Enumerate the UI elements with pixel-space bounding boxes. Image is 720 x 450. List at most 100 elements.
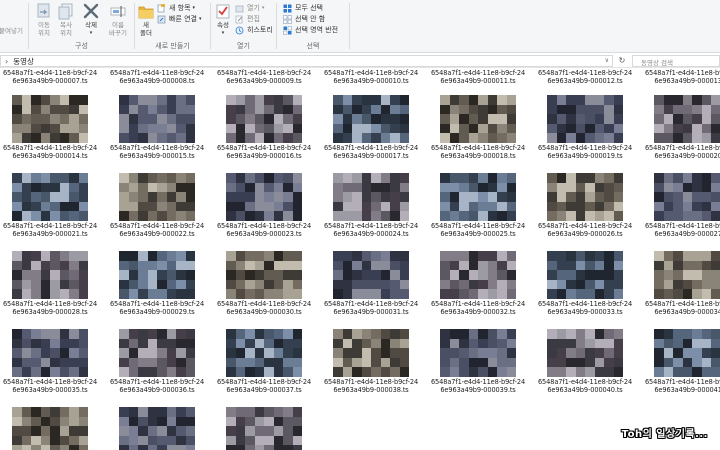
video-thumbnail: [547, 329, 623, 377]
file-name-line1: 6548a7f1-e4d4-11e8-b9cf-24: [109, 222, 205, 230]
file-name-line1: 6548a7f1-e4d4-11e8-b9cf-24: [2, 69, 98, 77]
paste-label: 붙여넣기: [0, 27, 23, 35]
watermark-text: Toh의 일상기록...: [621, 429, 708, 440]
properties-label: 속성: [217, 21, 229, 29]
select-group-label: 선택: [306, 42, 320, 50]
file-name-line2: 6e963a49b9-000021.ts: [12, 230, 88, 238]
new-item-label: 새 항목: [169, 4, 191, 12]
file-name-line1: 6548a7f1-e4d4-11e8-b9cf-24: [216, 222, 312, 230]
edit-icon: [235, 15, 243, 23]
file-name-line2: 6e963a49b9-000036.ts: [119, 386, 195, 394]
history-label: 히스토리: [247, 26, 273, 34]
paste-button[interactable]: 붙여넣기: [0, 27, 26, 35]
file-name-line2: 6e963a49b9-000035.ts: [12, 386, 88, 394]
invert-selection-icon: [283, 25, 292, 35]
file-name-line1: 6548a7f1-e4d4-11e8-b9cf-24: [323, 300, 419, 308]
select-all-icon: [283, 4, 292, 12]
video-thumbnail: [119, 329, 195, 377]
easy-access-button[interactable]: 빠른 연결 ▾: [157, 14, 202, 24]
file-name-line1: 6548a7f1-e4d4-11e8-b9cf-24: [2, 222, 98, 230]
properties-check-icon: [216, 4, 230, 19]
file-name-line2: 6e963a49b9-000013.ts: [654, 77, 720, 85]
copy-to-icon: [58, 3, 73, 20]
breadcrumb-current-folder[interactable]: 동영상: [13, 56, 34, 67]
video-thumbnail: [654, 251, 720, 299]
file-name-line2: 6e963a49b9-000022.ts: [119, 230, 195, 238]
properties-dropdown-icon[interactable]: ▾: [222, 29, 225, 37]
file-name-line2: 6e963a49b9-000034.ts: [654, 308, 720, 316]
file-name-line1: 6548a7f1-e4d4-11e8-b9cf-24: [216, 378, 312, 386]
file-name-line1: 6548a7f1-e4d4-11e8-b9cf-24: [109, 69, 205, 77]
easy-access-dropdown-icon: ▾: [199, 16, 202, 22]
video-thumbnail: [547, 173, 623, 221]
new-folder-label: 새 폴더: [140, 21, 152, 37]
rename-label: 이름 바꾸기: [109, 21, 127, 37]
delete-x-icon: [83, 3, 99, 19]
new-item-dropdown-icon: ▾: [192, 5, 196, 11]
video-thumbnail: [654, 173, 720, 221]
file-name-line2: 6e963a49b9-000033.ts: [547, 308, 623, 316]
rename-button[interactable]: 이름 바꾸기: [105, 3, 131, 37]
new-item-button[interactable]: 새 항목 ▾: [157, 3, 195, 13]
open-group-label: 열기: [237, 42, 250, 50]
ribbon-group-new: 새 폴더 새 항목 ▾ 빠른 연결 ▾ 새로 만들기: [135, 0, 210, 53]
file-name-line1: 6548a7f1-e4d4-11e8-b9cf-24: [430, 378, 526, 386]
select-none-label: 선택 안 함: [295, 15, 326, 23]
invert-selection-button[interactable]: 선택 영역 반전: [283, 25, 338, 35]
file-name-line1: 6548a7f1-e4d4-11e8-b9cf-24: [644, 222, 720, 230]
ribbon-group-select: 모두 선택 선택 안 함 선택 영역 반전 선택: [277, 0, 349, 53]
video-thumbnail: [547, 251, 623, 299]
select-all-button[interactable]: 모두 선택: [283, 3, 323, 13]
select-none-button[interactable]: 선택 안 함: [283, 14, 325, 24]
refresh-icon[interactable]: ↻: [615, 55, 629, 67]
invert-selection-label: 선택 영역 반전: [295, 26, 339, 34]
video-thumbnail: [333, 95, 409, 143]
address-bar[interactable]: › 동영상 ∨: [0, 55, 613, 67]
file-name-line2: 6e963a49b9-000025.ts: [440, 230, 516, 238]
delete-label: 삭제: [85, 21, 97, 29]
file-name-line1: 6548a7f1-e4d4-11e8-b9cf-24: [430, 222, 526, 230]
video-thumbnail: [333, 329, 409, 377]
file-name-line1: 6548a7f1-e4d4-11e8-b9cf-24: [109, 300, 205, 308]
history-button[interactable]: 히스토리: [235, 25, 273, 35]
file-name-line1: 6548a7f1-e4d4-11e8-b9cf-24: [430, 69, 526, 77]
file-name-line1: 6548a7f1-e4d4-11e8-b9cf-24: [2, 378, 98, 386]
edit-label: 편집: [247, 15, 260, 23]
video-thumbnail: [12, 329, 88, 377]
file-name-line2: 6e963a49b9-000024.ts: [333, 230, 409, 238]
properties-button[interactable]: 속성 ▾: [214, 3, 232, 37]
file-name-line1: 6548a7f1-e4d4-11e8-b9cf-24: [644, 378, 720, 386]
video-thumbnail: [226, 251, 302, 299]
file-name-line1: 6548a7f1-e4d4-11e8-b9cf-24: [644, 144, 720, 152]
file-name-line1: 6548a7f1-e4d4-11e8-b9cf-24: [537, 300, 633, 308]
file-name-line1: 6548a7f1-e4d4-11e8-b9cf-24: [430, 144, 526, 152]
new-folder-button[interactable]: 새 폴더: [137, 3, 155, 37]
file-name-line2: 6e963a49b9-000008.ts: [119, 77, 195, 85]
move-to-button[interactable]: 이동 위치: [33, 3, 55, 37]
history-icon: [235, 26, 244, 34]
address-dropdown-icon[interactable]: ∨: [605, 57, 609, 64]
file-name-line1: 6548a7f1-e4d4-11e8-b9cf-24: [109, 144, 205, 152]
file-name-line2: 6e963a49b9-000011.ts: [440, 77, 516, 85]
file-name-line1: 6548a7f1-e4d4-11e8-b9cf-24: [323, 222, 419, 230]
file-name-line2: 6e963a49b9-000019.ts: [547, 152, 623, 160]
organize-group-label: 구성: [75, 42, 88, 50]
delete-button[interactable]: 삭제 ▾: [80, 3, 102, 37]
file-name-line1: 6548a7f1-e4d4-11e8-b9cf-24: [644, 69, 720, 77]
open-icon: [235, 5, 244, 12]
file-name-line2: 6e963a49b9-000017.ts: [333, 152, 409, 160]
search-box[interactable]: 동영상 검색: [632, 55, 720, 67]
file-name-line1: 6548a7f1-e4d4-11e8-b9cf-24: [216, 144, 312, 152]
video-thumbnail: [547, 95, 623, 143]
easy-access-label: 빠른 연결: [169, 15, 197, 23]
copy-to-button[interactable]: 복사 위치: [55, 3, 77, 37]
file-name-line2: 6e963a49b9-000030.ts: [226, 308, 302, 316]
delete-dropdown-icon[interactable]: ▾: [90, 29, 93, 37]
file-name-line2: 6e963a49b9-000014.ts: [12, 152, 88, 160]
breadcrumb-chevron-icon[interactable]: ›: [5, 57, 8, 66]
file-name-line1: 6548a7f1-e4d4-11e8-b9cf-24: [537, 144, 633, 152]
file-name-line2: 6e963a49b9-000009.ts: [226, 77, 302, 85]
open-button[interactable]: 열기 ▾: [235, 3, 264, 13]
edit-button[interactable]: 편집: [235, 14, 260, 24]
video-thumbnail: [333, 251, 409, 299]
